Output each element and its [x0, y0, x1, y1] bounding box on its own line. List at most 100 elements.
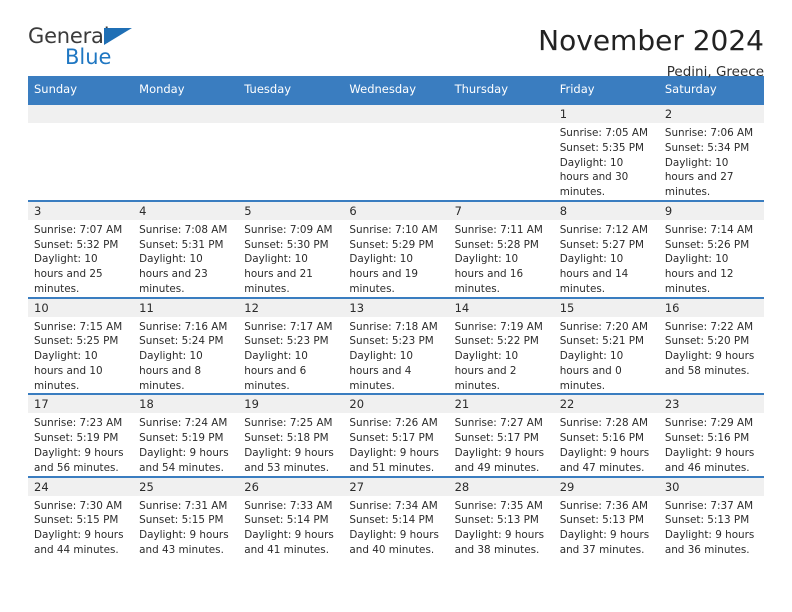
- sunset-text: Sunset: 5:17 PM: [349, 432, 434, 445]
- day-number: 27: [343, 477, 449, 496]
- day-number: 5: [238, 201, 344, 220]
- daylight-text: Daylight: 10 hours and 12 minutes.: [664, 253, 734, 295]
- weekday-header-tuesday: Tuesday: [238, 76, 344, 104]
- sunset-text: Sunset: 5:14 PM: [244, 514, 329, 527]
- day-number: 1: [553, 105, 659, 123]
- day-number: 11: [133, 298, 239, 317]
- day-details: Sunrise: 7:07 AM Sunset: 5:32 PM Daylight:…: [28, 220, 133, 297]
- calendar-day-cell[interactable]: 8 Sunrise: 7:12 AM Sunset: 5:27 PM Daylight…: [553, 199, 659, 298]
- day-details: Sunrise: 7:37 AM Sunset: 5:13 PM Daylight:…: [659, 496, 764, 558]
- page-subtitle: Pedini, Greece: [666, 64, 764, 81]
- sunset-text: Sunset: 5:20 PM: [664, 335, 750, 348]
- calendar-day-cell[interactable]: 1 Sunrise: 7:05 AM Sunset: 5:35 PM Daylight…: [553, 103, 659, 201]
- daylight-text: Daylight: 9 hours and 36 minutes.: [664, 529, 755, 556]
- sunrise-text: Sunrise: 7:08 AM: [139, 223, 228, 236]
- calendar-day-cell[interactable]: 19 Sunrise: 7:25 AM Sunset: 5:18 PM Dayligh…: [238, 393, 344, 477]
- day-number: 30: [658, 477, 764, 496]
- day-number: 13: [343, 298, 449, 317]
- sunrise-text: Sunrise: 7:17 AM: [244, 320, 333, 333]
- day-number: 6: [343, 201, 449, 220]
- calendar-page: General Blue November 2024 Pedini, Greec…: [0, 0, 792, 612]
- daylight-text: Daylight: 9 hours and 40 minutes.: [349, 529, 439, 556]
- sunrise-text: Sunrise: 7:09 AM: [244, 223, 333, 236]
- daylight-text: Daylight: 9 hours and 54 minutes.: [139, 447, 229, 474]
- day-number: 24: [28, 477, 134, 496]
- day-number: 14: [448, 298, 554, 317]
- calendar-day-cell[interactable]: 29 Sunrise: 7:36 AM Sunset: 5:13 PM Dayligh…: [553, 475, 659, 558]
- calendar-day-cell[interactable]: 10 Sunrise: 7:15 AM Sunset: 5:25 PM Dayligh…: [28, 296, 134, 395]
- day-number: 20: [343, 395, 449, 414]
- calendar-day-cell[interactable]: 17 Sunrise: 7:23 AM Sunset: 5:19 PM Dayligh…: [28, 393, 134, 477]
- day-details: Sunrise: 7:06 AM Sunset: 5:34 PM Daylight:…: [659, 123, 764, 200]
- day-details: Sunrise: 7:16 AM Sunset: 5:24 PM Daylight:…: [133, 317, 238, 394]
- calendar-day-cell[interactable]: 24 Sunrise: 7:30 AM Sunset: 5:15 PM Dayligh…: [28, 475, 134, 558]
- day-number: 7: [448, 201, 554, 220]
- sunrise-text: Sunrise: 7:37 AM: [664, 499, 754, 512]
- daylight-text: Daylight: 9 hours and 51 minutes.: [349, 447, 439, 474]
- sunrise-text: Sunrise: 7:25 AM: [244, 417, 333, 430]
- day-number: 10: [28, 298, 134, 317]
- daylight-text: Daylight: 9 hours and 46 minutes.: [664, 447, 755, 474]
- calendar-day-cell[interactable]: 12 Sunrise: 7:17 AM Sunset: 5:23 PM Dayligh…: [238, 296, 344, 395]
- calendar-day-cell[interactable]: 9 Sunrise: 7:14 AM Sunset: 5:26 PM Daylight…: [658, 199, 764, 298]
- day-details: Sunrise: 7:34 AM Sunset: 5:14 PM Daylight:…: [343, 496, 448, 558]
- calendar-day-cell[interactable]: 13 Sunrise: 7:18 AM Sunset: 5:23 PM Dayligh…: [343, 296, 449, 395]
- calendar-day-cell[interactable]: 23 Sunrise: 7:29 AM Sunset: 5:16 PM Dayligh…: [658, 393, 764, 477]
- day-details: Sunrise: 7:08 AM Sunset: 5:31 PM Daylight:…: [133, 220, 238, 297]
- sunset-text: Sunset: 5:32 PM: [34, 238, 119, 251]
- sunset-text: Sunset: 5:23 PM: [244, 335, 329, 348]
- calendar-body: 1 Sunrise: 7:05 AM Sunset: 5:35 PM Daylight…: [28, 103, 764, 558]
- calendar-day-cell[interactable]: 4 Sunrise: 7:08 AM Sunset: 5:31 PM Daylight…: [133, 199, 239, 298]
- daylight-text: Daylight: 9 hours and 47 minutes.: [559, 447, 650, 474]
- day-number: 28: [448, 477, 554, 496]
- daylight-text: Daylight: 9 hours and 49 minutes.: [454, 447, 545, 474]
- calendar-day-cell[interactable]: 25 Sunrise: 7:31 AM Sunset: 5:15 PM Dayligh…: [133, 475, 239, 558]
- title-block: November 2024 Pedini, Greece: [538, 25, 764, 81]
- calendar-day-cell[interactable]: 14 Sunrise: 7:19 AM Sunset: 5:22 PM Dayligh…: [448, 296, 554, 395]
- calendar-day-cell[interactable]: 27 Sunrise: 7:34 AM Sunset: 5:14 PM Dayligh…: [343, 475, 449, 558]
- day-details: Sunrise: 7:14 AM Sunset: 5:26 PM Daylight:…: [659, 220, 764, 297]
- sunset-text: Sunset: 5:13 PM: [559, 514, 645, 527]
- calendar-day-cell[interactable]: 21 Sunrise: 7:27 AM Sunset: 5:17 PM Dayligh…: [448, 393, 554, 477]
- sunset-text: Sunset: 5:35 PM: [559, 141, 645, 154]
- calendar-day-cell[interactable]: 18 Sunrise: 7:24 AM Sunset: 5:19 PM Dayligh…: [133, 393, 239, 477]
- sunrise-text: Sunrise: 7:36 AM: [559, 499, 648, 512]
- calendar-day-cell[interactable]: 5 Sunrise: 7:09 AM Sunset: 5:30 PM Daylight…: [238, 199, 344, 298]
- day-number: 25: [133, 477, 239, 496]
- day-details: Sunrise: 7:15 AM Sunset: 5:25 PM Daylight:…: [28, 317, 133, 394]
- day-details: Sunrise: 7:19 AM Sunset: 5:22 PM Daylight:…: [449, 317, 554, 394]
- sunrise-text: Sunrise: 7:06 AM: [664, 127, 754, 139]
- calendar-day-cell[interactable]: 7 Sunrise: 7:11 AM Sunset: 5:28 PM Daylight…: [448, 199, 554, 298]
- calendar-day-cell[interactable]: 6 Sunrise: 7:10 AM Sunset: 5:29 PM Daylight…: [343, 199, 449, 298]
- calendar-day-cell[interactable]: 15 Sunrise: 7:20 AM Sunset: 5:21 PM Dayligh…: [553, 296, 659, 395]
- daylight-text: Daylight: 10 hours and 27 minutes.: [664, 156, 734, 199]
- daylight-text: Daylight: 10 hours and 30 minutes.: [559, 156, 629, 199]
- calendar-day-cell[interactable]: 30 Sunrise: 7:37 AM Sunset: 5:13 PM Dayligh…: [658, 475, 764, 558]
- calendar-day-cell[interactable]: 16 Sunrise: 7:22 AM Sunset: 5:20 PM Dayligh…: [658, 296, 764, 395]
- daylight-text: Daylight: 9 hours and 38 minutes.: [454, 529, 545, 556]
- sunset-text: Sunset: 5:31 PM: [139, 238, 224, 251]
- sunset-text: Sunset: 5:22 PM: [454, 335, 539, 348]
- day-number: [448, 105, 554, 123]
- sunset-text: Sunset: 5:13 PM: [454, 514, 539, 527]
- calendar-day-cell[interactable]: 20 Sunrise: 7:26 AM Sunset: 5:17 PM Dayligh…: [343, 393, 449, 477]
- calendar-day-cell[interactable]: 26 Sunrise: 7:33 AM Sunset: 5:14 PM Dayligh…: [238, 475, 344, 558]
- daylight-text: Daylight: 10 hours and 19 minutes.: [349, 253, 419, 295]
- sunset-text: Sunset: 5:19 PM: [139, 432, 224, 445]
- calendar-day-cell[interactable]: 22 Sunrise: 7:28 AM Sunset: 5:16 PM Dayligh…: [553, 393, 659, 477]
- sunset-text: Sunset: 5:23 PM: [349, 335, 434, 348]
- day-number: 26: [238, 477, 344, 496]
- day-details: Sunrise: 7:35 AM Sunset: 5:13 PM Daylight:…: [449, 496, 554, 558]
- calendar-day-cell[interactable]: 11 Sunrise: 7:16 AM Sunset: 5:24 PM Dayligh…: [133, 296, 239, 395]
- sunrise-text: Sunrise: 7:15 AM: [34, 320, 123, 333]
- calendar-day-cell[interactable]: 2 Sunrise: 7:06 AM Sunset: 5:34 PM Daylight…: [658, 103, 764, 201]
- calendar-day-cell-empty: [448, 103, 554, 201]
- calendar-day-cell[interactable]: 28 Sunrise: 7:35 AM Sunset: 5:13 PM Dayligh…: [448, 475, 554, 558]
- sunrise-text: Sunrise: 7:31 AM: [139, 499, 228, 512]
- calendar-day-cell[interactable]: 3 Sunrise: 7:07 AM Sunset: 5:32 PM Daylight…: [28, 199, 134, 298]
- day-number: [133, 105, 239, 123]
- page-header: General Blue November 2024 Pedini, Greec…: [28, 0, 764, 80]
- sunrise-text: Sunrise: 7:18 AM: [349, 320, 438, 333]
- daylight-text: Daylight: 9 hours and 56 minutes.: [34, 447, 124, 474]
- sunset-text: Sunset: 5:14 PM: [349, 514, 434, 527]
